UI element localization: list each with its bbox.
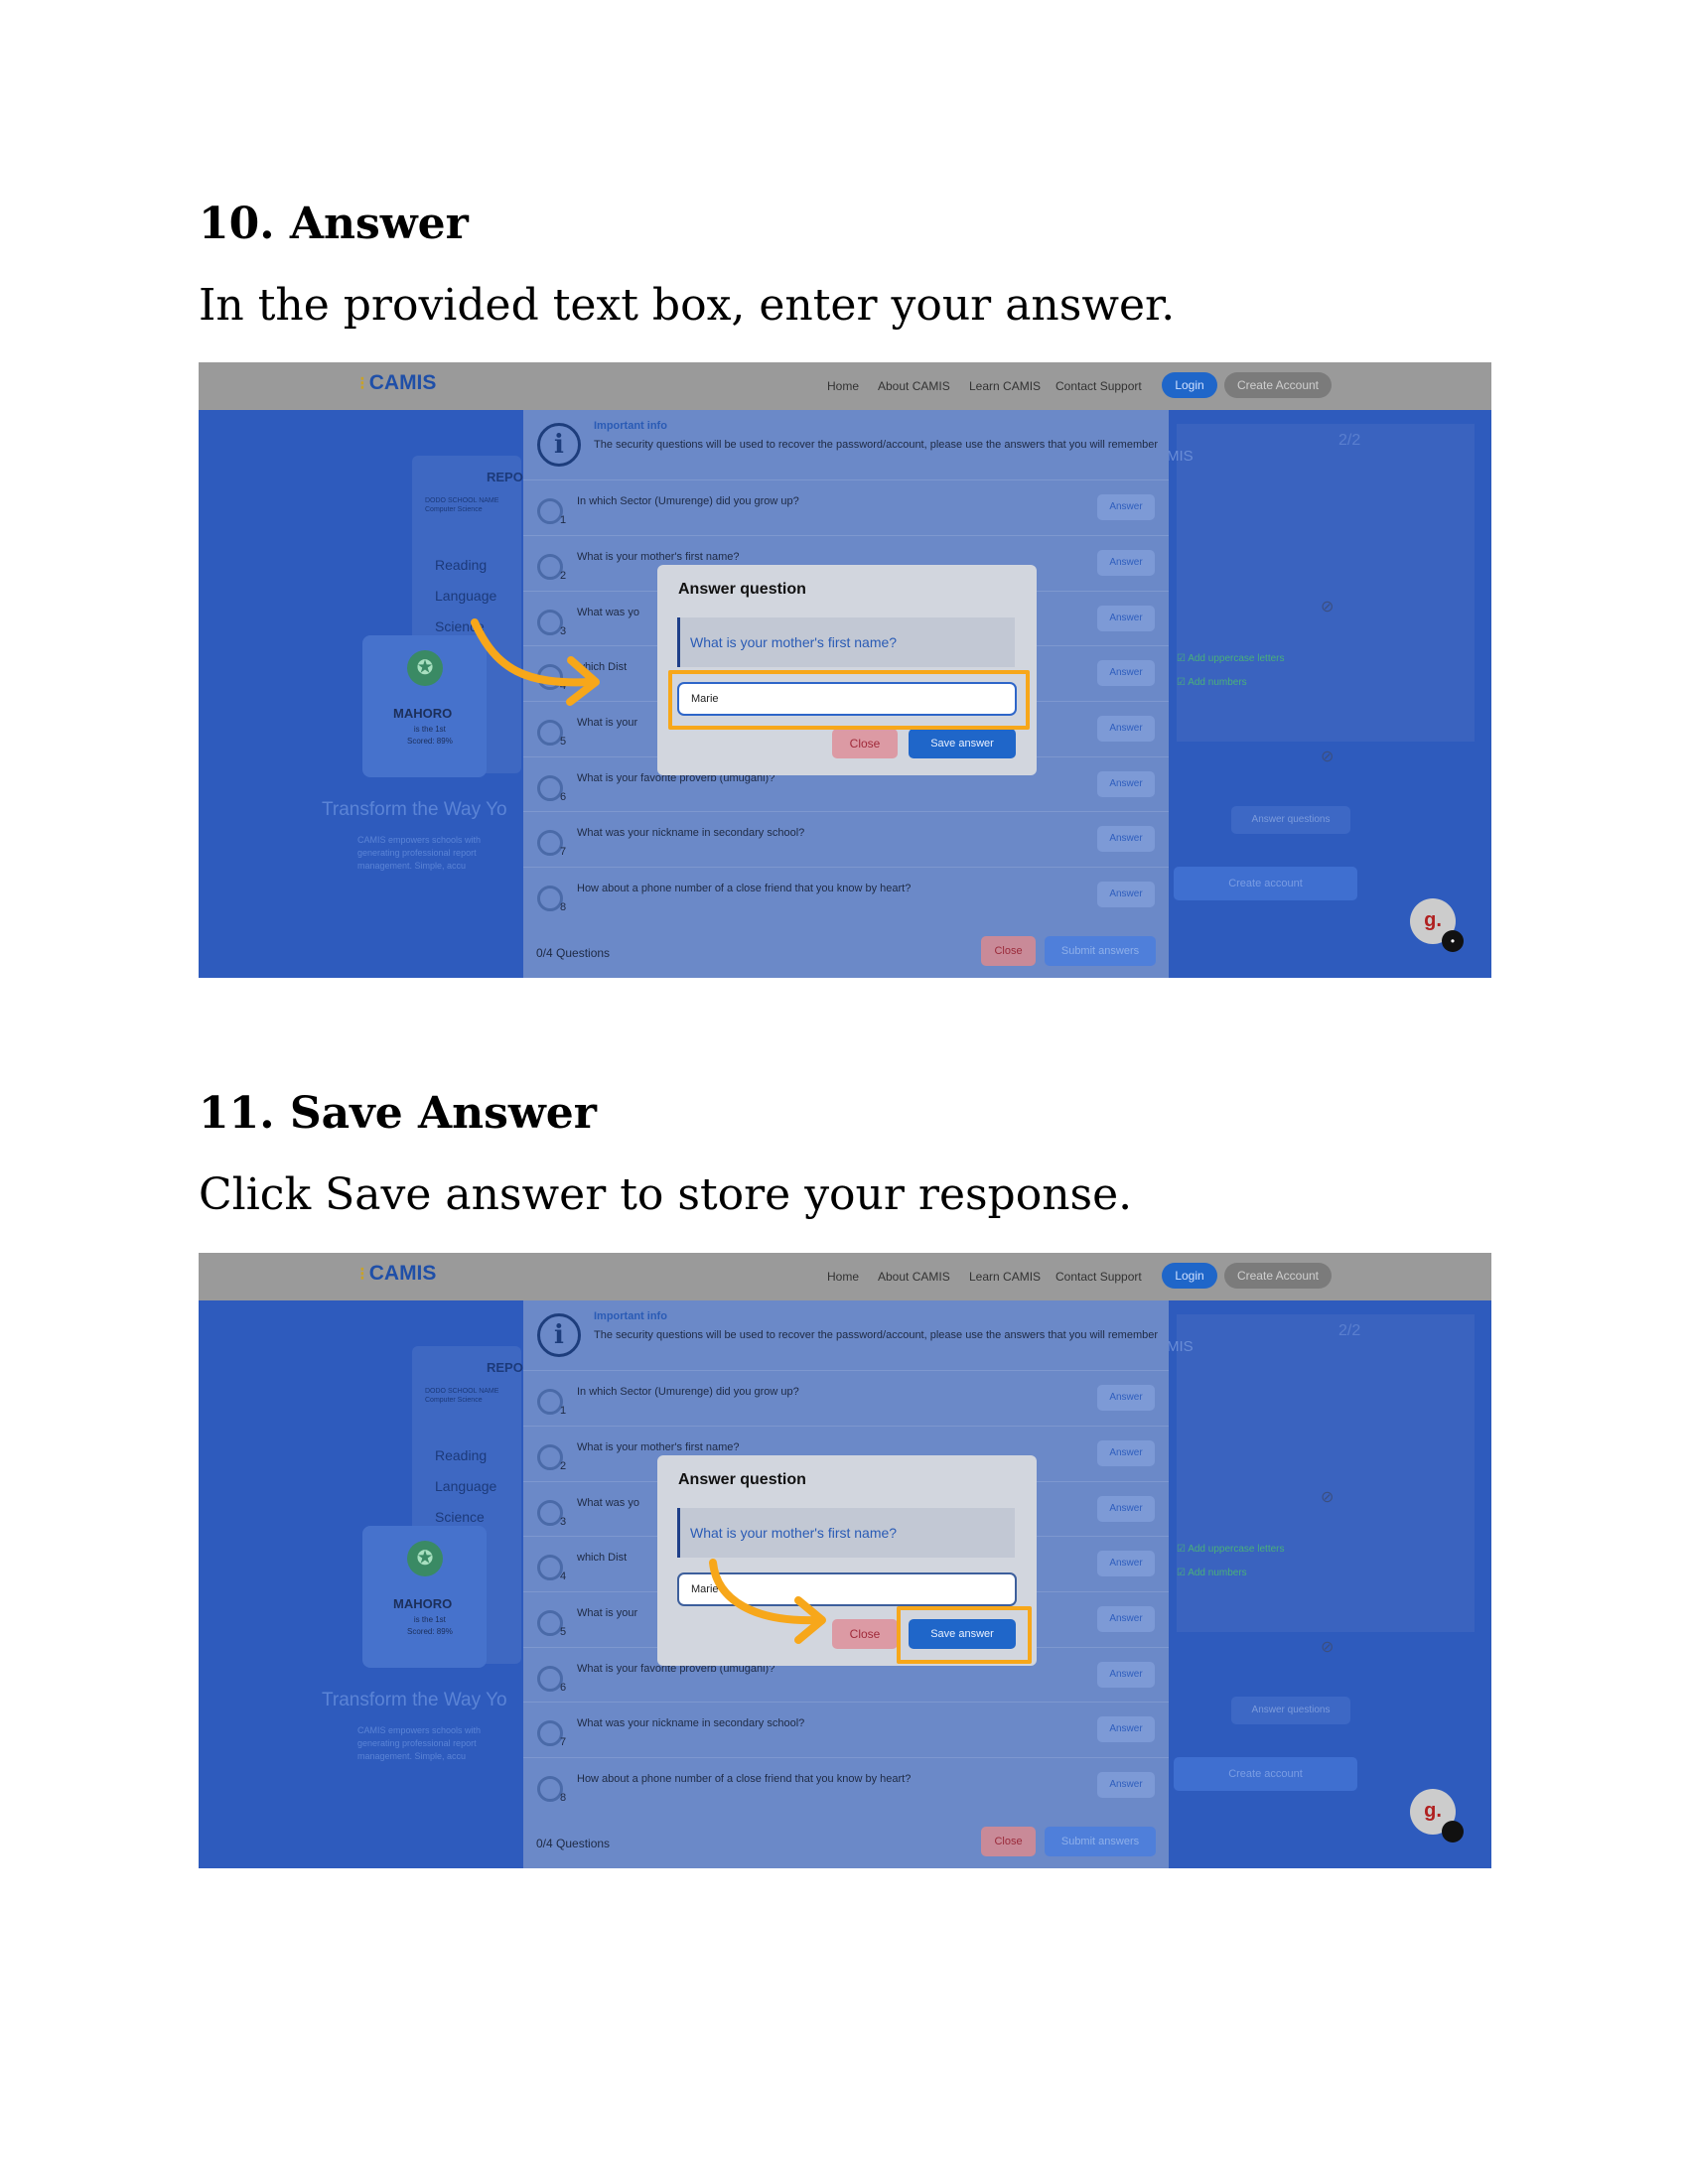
step-10-description: In the provided text box, enter your ans… — [199, 280, 1176, 331]
pointer-arrow — [709, 1559, 826, 1644]
step-10-title: 10. Answer — [199, 199, 469, 249]
screenshot-answer: ⁝ CAMIS Home About CAMIS Learn CAMIS Cont… — [199, 362, 1491, 978]
pointer-arrow — [471, 618, 600, 706]
screenshot-save-answer: ⁝ CAMIS Home About CAMIS Learn CAMIS Cont… — [199, 1253, 1491, 1868]
step-11-description: Click Save answer to store your response… — [199, 1169, 1133, 1220]
step-11-title: 11. Save Answer — [199, 1088, 597, 1139]
